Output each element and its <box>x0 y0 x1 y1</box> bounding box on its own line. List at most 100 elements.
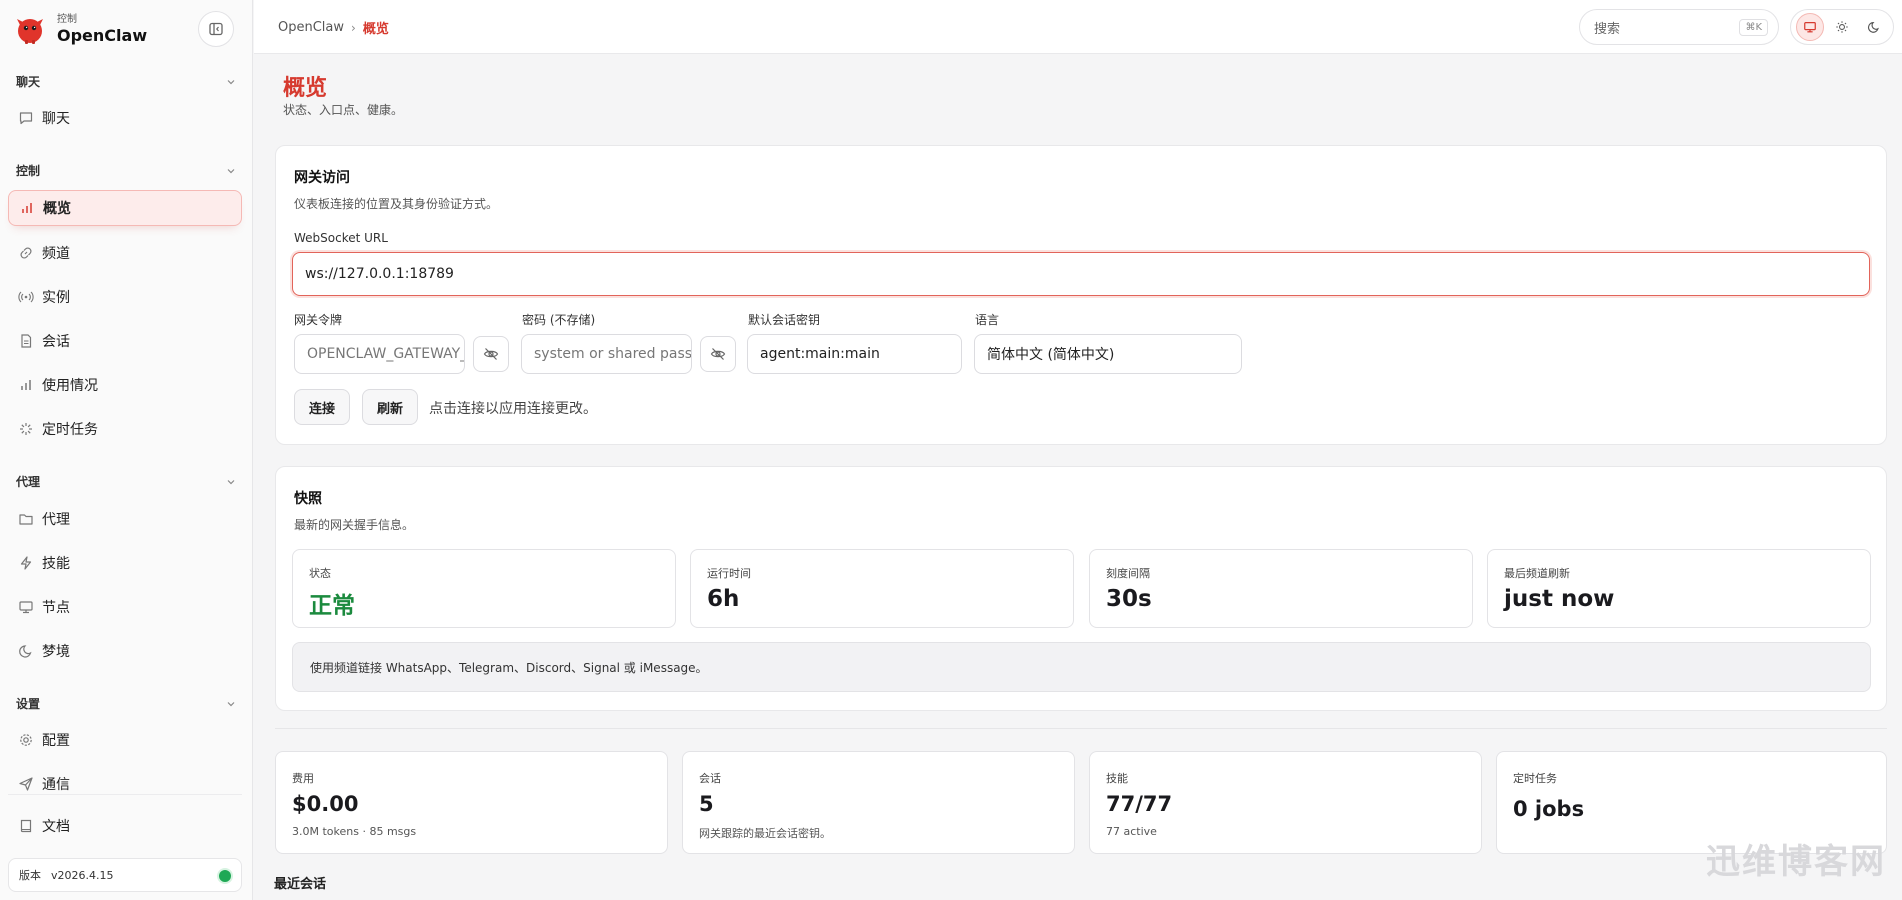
metric-label: 定时任务 <box>1513 772 1557 785</box>
stat-value: 6h <box>707 586 740 612</box>
sidebar-item-config[interactable]: 配置 <box>8 722 242 758</box>
metric-sub: 网关跟踪的最近会话密钥。 <box>699 827 831 840</box>
gateway-token-input[interactable]: OPENCLAW_GATEWAY_TOKEN <box>294 334 465 374</box>
section-agent-label: 代理 <box>16 475 41 489</box>
stat-value: 30s <box>1106 586 1152 612</box>
sidebar-item-comms[interactable]: 通信 <box>8 766 242 802</box>
breadcrumb-separator: › <box>351 20 356 35</box>
folder-icon <box>18 511 34 527</box>
metric-value: 77/77 <box>1106 792 1173 816</box>
refresh-button[interactable]: 刷新 <box>362 389 418 425</box>
section-control[interactable]: 控制 <box>16 162 236 179</box>
connect-button[interactable]: 连接 <box>294 389 350 425</box>
sidebar-item-label: 聊天 <box>42 111 70 127</box>
collapse-sidebar-button[interactable] <box>198 11 234 47</box>
sidebar-item-channels[interactable]: 频道 <box>8 235 242 271</box>
section-divider <box>275 728 1887 729</box>
brand-subtitle: 控制 <box>57 14 77 25</box>
bar-chart-icon <box>18 377 34 393</box>
online-status-dot <box>219 870 231 882</box>
metric-label: 费用 <box>292 772 314 785</box>
lightning-icon <box>18 555 34 571</box>
language-select[interactable]: 简体中文 (简体中文) <box>974 334 1242 374</box>
websocket-url-input[interactable]: ws://127.0.0.1:18789 <box>292 252 1870 296</box>
stat-value: 正常 <box>309 593 355 619</box>
metric-value: 5 <box>699 792 714 816</box>
password-input[interactable]: system or shared password <box>521 334 692 374</box>
language-label: 语言 <box>975 313 1000 327</box>
stat-tick-interval: 刻度间隔 30s <box>1089 549 1473 628</box>
stat-label: 最后频道刷新 <box>1504 567 1570 580</box>
brand[interactable]: 控制 OpenClaw <box>14 12 147 48</box>
sidebar-item-agents[interactable]: 代理 <box>8 501 242 537</box>
loader-icon <box>18 421 34 437</box>
theme-light-button[interactable] <box>1828 13 1856 41</box>
openclaw-logo-icon <box>14 14 46 46</box>
metric-sub: 3.0M tokens · 85 msgs <box>292 825 417 838</box>
sidebar-item-skills[interactable]: 技能 <box>8 545 242 581</box>
theme-switcher <box>1790 9 1894 45</box>
default-session-key-input[interactable]: agent:main:main <box>747 334 962 374</box>
eye-off-icon <box>483 348 499 360</box>
monitor-icon <box>1804 22 1816 33</box>
sidebar-item-dreams[interactable]: 梦境 <box>8 633 242 669</box>
sidebar-item-label: 实例 <box>42 290 70 306</box>
brand-name: OpenClaw <box>57 26 148 45</box>
breadcrumb-root[interactable]: OpenClaw <box>278 20 344 35</box>
section-agent[interactable]: 代理 <box>16 473 236 490</box>
sidebar-item-usage[interactable]: 使用情况 <box>8 367 242 403</box>
sidebar-item-overview[interactable]: 概览 <box>8 190 242 226</box>
metric-label: 技能 <box>1106 772 1128 785</box>
sidebar-item-docs[interactable]: 文档 <box>8 808 242 844</box>
sidebar-item-label: 使用情况 <box>42 378 98 394</box>
toggle-password-visibility-button[interactable] <box>700 336 736 372</box>
section-settings[interactable]: 设置 <box>16 695 236 712</box>
stat-uptime: 运行时间 6h <box>690 549 1074 628</box>
moon-icon <box>1867 22 1879 33</box>
gateway-card-title: 网关访问 <box>294 170 350 186</box>
topbar: OpenClaw › 概览 搜索 ⌘K <box>254 0 1902 54</box>
stat-label: 运行时间 <box>707 567 751 580</box>
section-chat[interactable]: 聊天 <box>16 73 236 90</box>
stat-last-channel-refresh: 最后频道刷新 just now <box>1487 549 1871 628</box>
sidebar-divider <box>8 794 242 795</box>
sidebar-item-nodes[interactable]: 节点 <box>8 589 242 625</box>
search-placeholder: 搜索 <box>1594 21 1621 37</box>
page-title: 概览 <box>283 76 328 101</box>
link-icon <box>18 245 34 261</box>
search-input[interactable]: 搜索 ⌘K <box>1579 9 1779 45</box>
sidebar-panel-icon <box>209 22 223 36</box>
sidebar-item-instances[interactable]: 实例 <box>8 279 242 315</box>
metric-label: 会话 <box>699 772 721 785</box>
monitor-icon <box>18 599 34 615</box>
theme-dark-button[interactable] <box>1860 13 1888 41</box>
sidebar-item-label: 文档 <box>42 819 70 835</box>
connect-hint: 点击连接以应用连接更改。 <box>429 401 597 417</box>
gateway-card-subtitle: 仪表板连接的位置及其身份验证方式。 <box>294 197 499 211</box>
eye-off-icon <box>710 348 726 360</box>
breadcrumb-current: 概览 <box>362 22 389 37</box>
stat-value: just now <box>1504 586 1615 612</box>
sidebar-item-label: 配置 <box>42 733 70 749</box>
metric-sessions[interactable]: 会话 5 网关跟踪的最近会话密钥。 <box>682 751 1075 854</box>
file-text-icon <box>18 333 34 349</box>
metric-value: $0.00 <box>292 792 359 816</box>
sidebar-item-chat[interactable]: 聊天 <box>8 100 242 136</box>
metric-skills[interactable]: 技能 77/77 77 active <box>1089 751 1482 854</box>
sidebar-item-cron[interactable]: 定时任务 <box>8 411 242 447</box>
gear-icon <box>18 732 34 748</box>
sidebar-item-sessions[interactable]: 会话 <box>8 323 242 359</box>
sidebar-item-label: 概览 <box>43 201 71 217</box>
snapshot-card-subtitle: 最新的网关握手信息。 <box>294 518 415 532</box>
toggle-token-visibility-button[interactable] <box>473 336 509 372</box>
default-session-key-label: 默认会话密钥 <box>748 313 821 327</box>
watermark: 迅维博客网 <box>1706 842 1886 882</box>
sidebar-item-label: 会话 <box>42 334 70 350</box>
metric-cost[interactable]: 费用 $0.00 3.0M tokens · 85 msgs <box>275 751 668 854</box>
version-label: 版本 <box>19 869 41 882</box>
section-control-label: 控制 <box>16 164 41 178</box>
version-value: v2026.4.15 <box>51 868 114 882</box>
version-indicator: 版本 v2026.4.15 <box>8 858 242 892</box>
sidebar-item-label: 技能 <box>42 556 70 572</box>
theme-system-button[interactable] <box>1796 13 1824 41</box>
